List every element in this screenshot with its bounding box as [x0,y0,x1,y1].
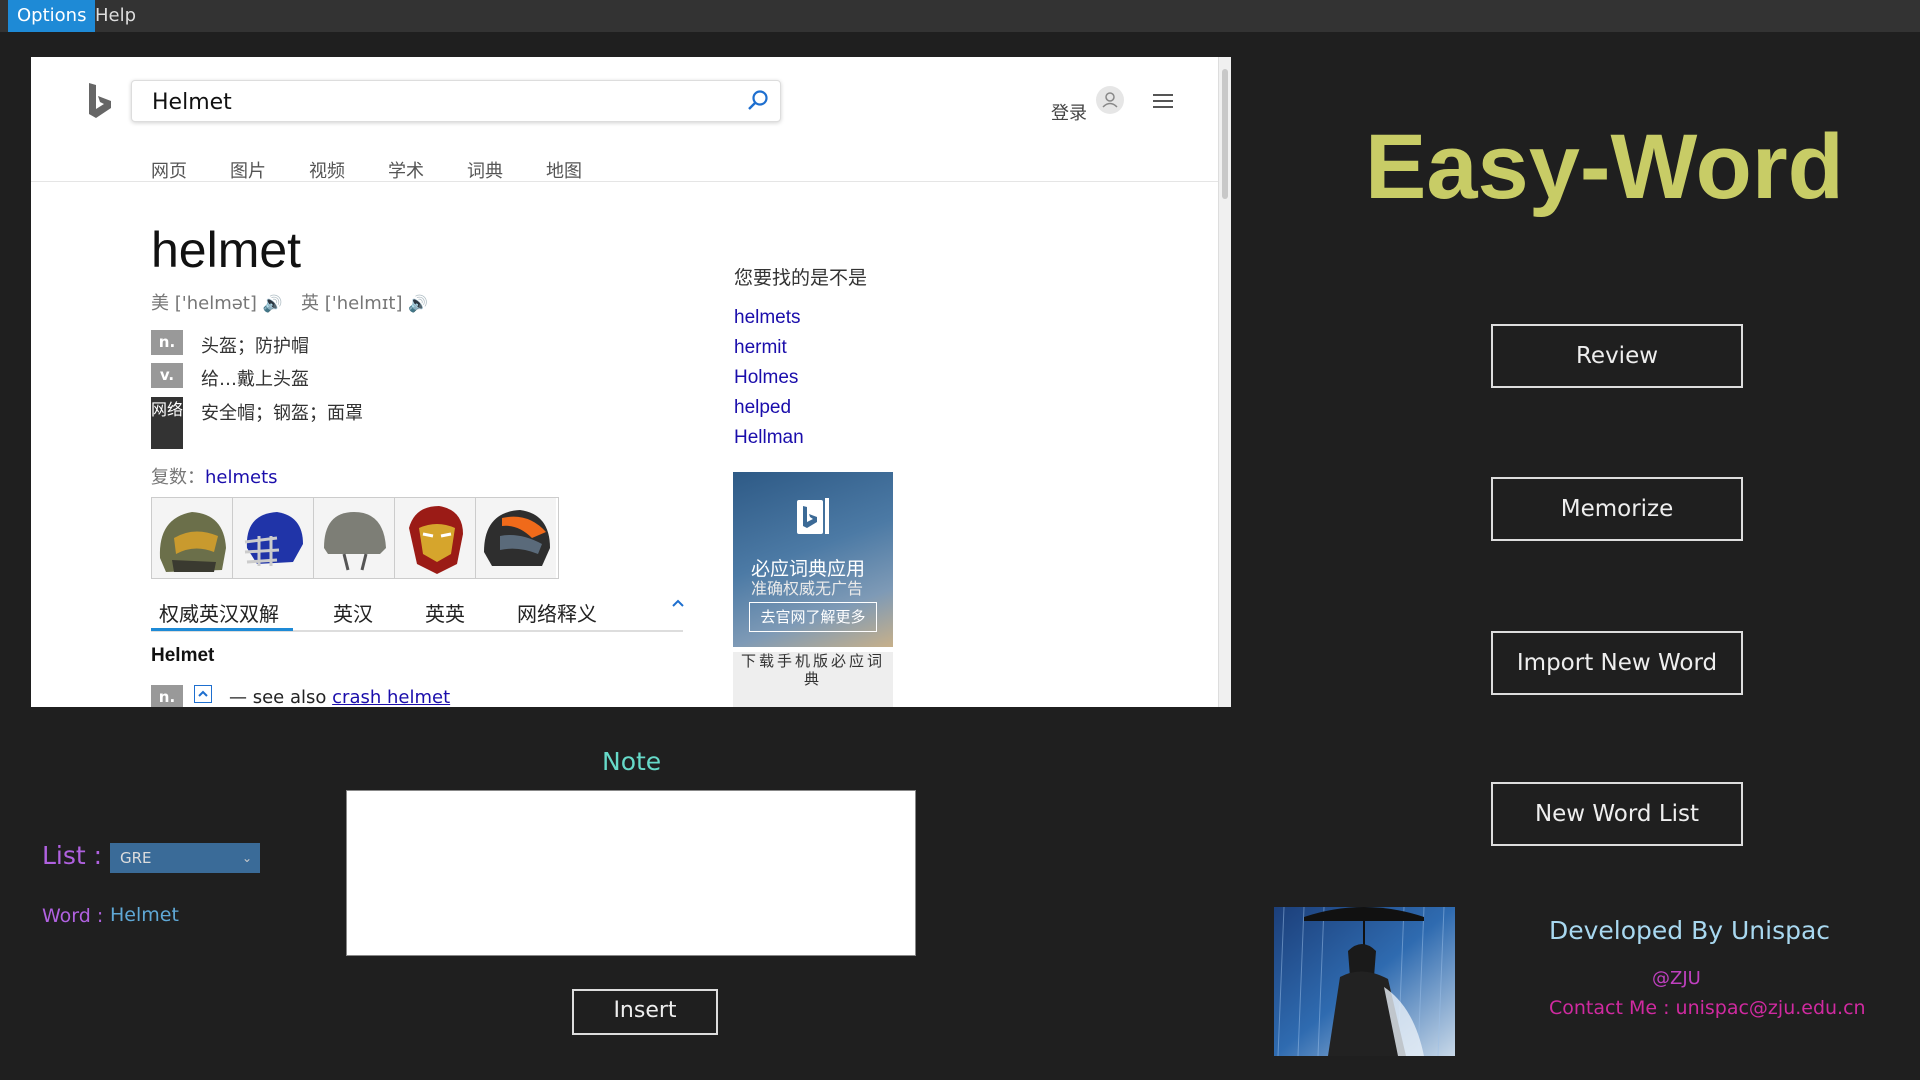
ad-download-text[interactable]: 下载手机版必应词典 [733,652,893,707]
bing-logo-icon[interactable] [83,81,117,121]
tab-videos[interactable]: 视频 [309,157,345,183]
pron-us: 美 ['helmət] 🔊 [151,289,283,315]
search-input[interactable] [150,87,734,117]
app-title: Easy-Word [1365,116,1844,218]
login-link[interactable]: 登录 [1051,99,1087,125]
menu-options[interactable]: Options [8,0,96,32]
speaker-icon[interactable]: 🔊 [408,294,428,313]
list-label: List : [42,841,103,870]
dictionary-browser: 登录 网页 图片 视频 学术 词典 地图 helmet 美 ['helmət] … [31,57,1231,707]
pos-tag: n. [151,330,183,355]
bing-dictionary-icon [797,498,829,534]
pron-uk: 英 ['helmɪt] 🔊 [301,289,428,315]
motorcycle-helmet-image[interactable] [476,498,556,578]
definition-subtabs: 权威英汉双解 英汉 英英 网络释义 [151,592,685,632]
tab-academic[interactable]: 学术 [388,157,424,183]
plural-row: 复数：helmets [151,463,278,489]
ad-learn-more-button[interactable]: 去官网了解更多 [749,602,877,632]
scroll-thumb[interactable] [1222,69,1228,199]
pron-us-label: 美 [151,293,169,314]
subtab-web-def[interactable]: 网络释义 [517,598,597,627]
suggestion-link[interactable]: Holmes [734,367,798,389]
ad-banner: 必应词典应用 准确权威无广告 去官网了解更多 [733,472,893,647]
sense-heading: Helmet [151,645,215,666]
subtab-en-cn[interactable]: 英汉 [333,598,373,627]
ad-subtitle: 准确权威无广告 [751,579,864,598]
tab-web[interactable]: 网页 [151,157,187,183]
pos-tag: n. [151,685,183,707]
pron-uk-label: 英 [301,293,319,314]
developer-credit: Developed By Unispac [1549,916,1831,945]
subtab-authoritative[interactable]: 权威英汉双解 [159,598,279,627]
plural-link[interactable]: helmets [205,467,278,488]
pos-tag: v. [151,363,183,388]
review-button[interactable]: Review [1491,324,1743,388]
tab-images[interactable]: 图片 [230,157,266,183]
developer-portrait-image [1274,907,1455,1056]
insert-button[interactable]: Insert [572,989,718,1035]
memorize-button[interactable]: Memorize [1491,477,1743,541]
list-selected-value: GRE [120,849,152,867]
pron-us-text: ['helmət] [174,293,257,314]
tab-maps[interactable]: 地图 [546,157,582,183]
iron-man-helmet-image[interactable] [395,498,476,578]
menu-icon[interactable] [1153,93,1173,109]
definition-text: 头盔；防护帽 [201,336,309,357]
see-also-prefix: — see also [229,687,327,707]
sense-row: n. [151,685,213,707]
suggestion-link[interactable]: Hellman [734,427,804,449]
active-subtab-underline [151,628,293,631]
definition-text: 给…戴上头盔 [201,369,309,390]
see-also-link[interactable]: crash helmet [332,687,450,707]
expand-icon[interactable] [194,685,213,703]
suggestion-link[interactable]: hermit [734,337,787,359]
search-icon[interactable] [746,89,770,113]
avatar-icon[interactable] [1096,86,1124,114]
definition-text: 安全帽；钢盔；面罩 [201,403,363,424]
chevron-up-icon[interactable] [671,598,685,608]
headword: helmet [151,222,302,278]
subtab-en-en[interactable]: 英英 [425,598,465,627]
plural-label: 复数： [151,467,205,488]
chevron-down-icon[interactable]: ⌄ [242,843,252,873]
import-new-word-button[interactable]: Import New Word [1491,631,1743,695]
organization-text: @ZJU [1652,968,1701,989]
menu-bar: Options Help [0,0,1920,32]
dictionary-app-ad[interactable]: 必应词典应用 准确权威无广告 去官网了解更多 下载手机版必应词典 [733,472,893,707]
pos-tag-web: 网络 [151,397,183,449]
see-also: — see also crash helmet [229,687,450,707]
note-label: Note [602,747,662,776]
new-word-list-button[interactable]: New Word List [1491,782,1743,846]
header-divider [31,181,1219,182]
contact-text: Contact Me : unispac@zju.edu.cn [1549,997,1866,1019]
word-label: Word : [42,905,104,927]
image-strip [151,497,559,579]
pron-uk-text: ['helmɪt] [324,293,403,314]
search-box [131,80,781,122]
tab-dictionary[interactable]: 词典 [467,157,503,183]
current-word: Helmet [110,904,179,926]
browser-scrollbar[interactable] [1218,57,1231,707]
note-textarea[interactable] [346,790,916,956]
halo-helmet-image[interactable] [152,498,233,578]
suggest-title: 您要找的是不是 [734,267,868,289]
menu-help[interactable]: Help [86,0,145,32]
list-select[interactable]: GRE ⌄ [110,843,260,873]
speaker-icon[interactable]: 🔊 [263,294,283,313]
military-helmet-image[interactable] [314,498,395,578]
football-helmet-image[interactable] [233,498,314,578]
suggestion-link[interactable]: helmets [734,307,801,329]
suggestion-link[interactable]: helped [734,397,791,419]
